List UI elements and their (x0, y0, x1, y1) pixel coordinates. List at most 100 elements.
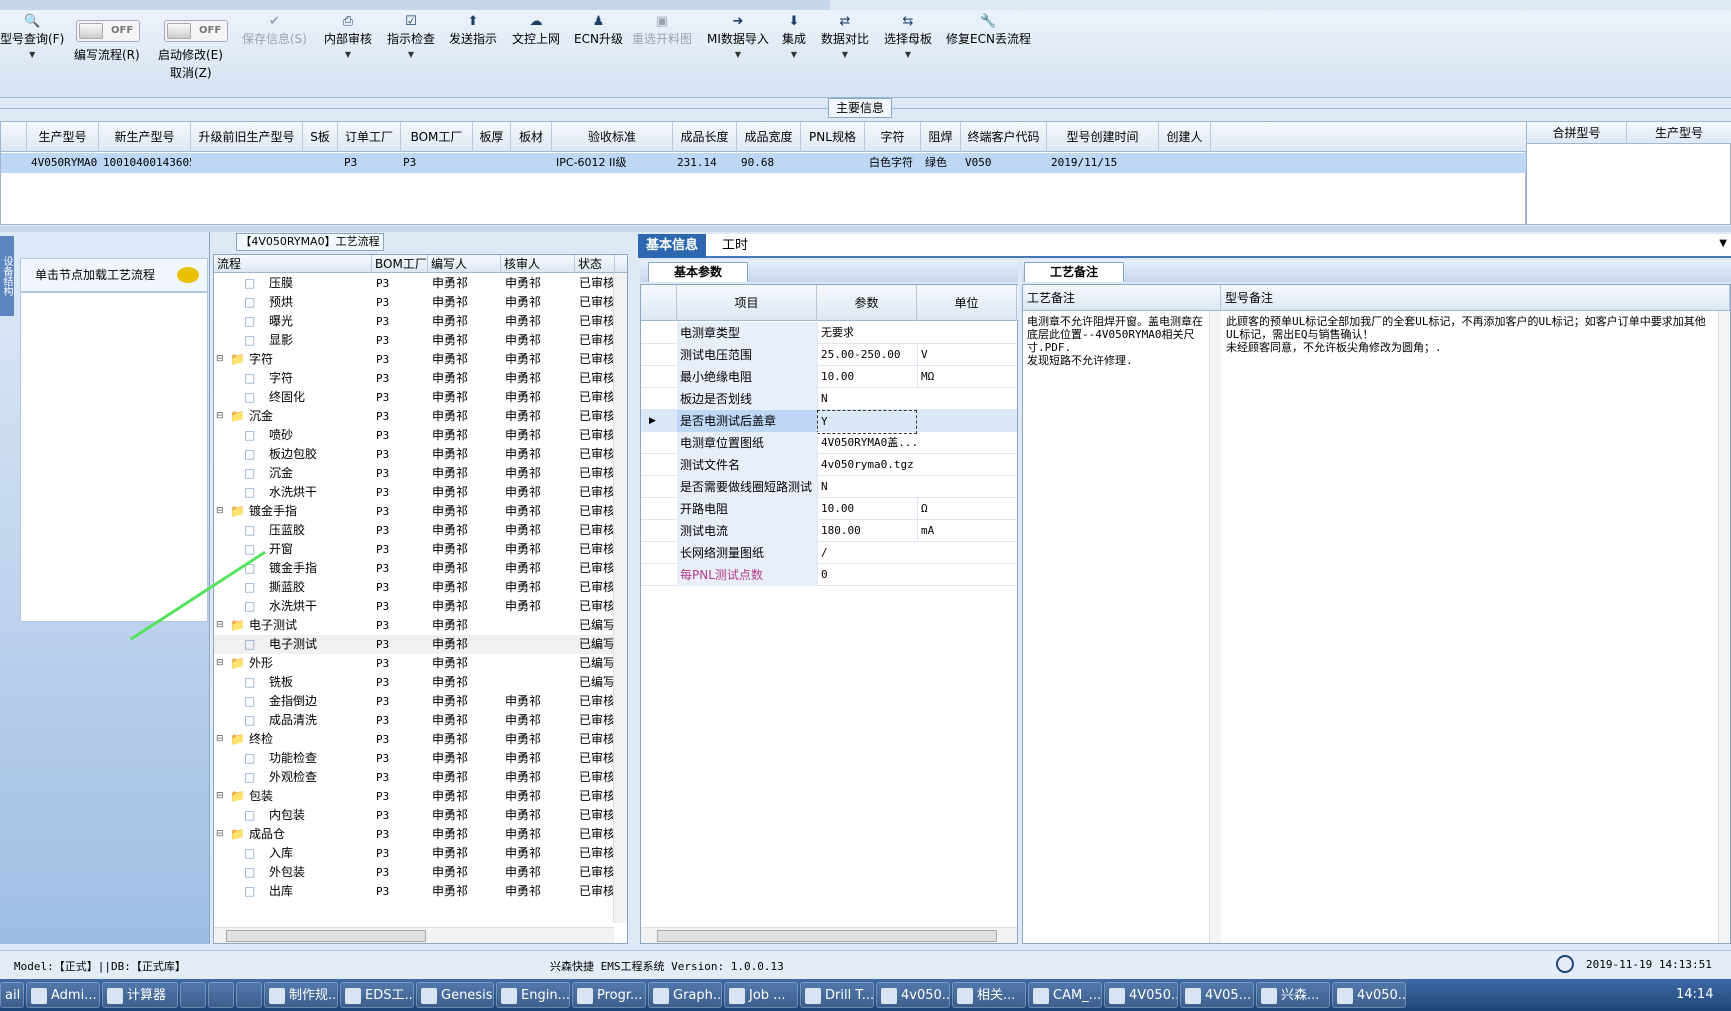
model-query-button[interactable]: 🔍 型号查询(F) ▼ (0, 14, 64, 62)
reselect-cutting-map-button[interactable]: ▣ 重选开料图 (632, 14, 692, 48)
taskbar-button[interactable]: CAM_... (1028, 982, 1102, 1008)
repair-ecn-flow-button[interactable]: 🔧 修复ECN丢流程 (946, 14, 1031, 48)
column-header[interactable]: 参数 (817, 285, 917, 321)
column-header[interactable]: 升级前旧生产型号 (191, 122, 303, 152)
column-header[interactable]: 终端客户代码 (961, 122, 1047, 152)
collapse-icon[interactable]: ⊟ (216, 730, 224, 749)
column-header[interactable]: 单位 (917, 285, 1017, 321)
vertical-scrollbar[interactable] (1209, 311, 1221, 943)
tree-row[interactable]: ⊟ 📁 外形 P3 申勇祁 已编写 (214, 654, 614, 673)
column-header[interactable]: 创建人 (1159, 122, 1211, 152)
param-row[interactable]: 每PNL测试点数 0 (641, 564, 1017, 586)
column-header[interactable]: 成品长度 (673, 122, 737, 152)
collapse-icon[interactable]: ⊟ (216, 502, 224, 521)
horizontal-splitter[interactable] (0, 226, 1731, 232)
tree-row[interactable]: □ 压蓝胶 P3 申勇祁 申勇祁 已审核 (214, 521, 614, 540)
tree-row[interactable]: □ 电子测试 P3 申勇祁 已编写 (214, 635, 614, 654)
param-row[interactable]: 电测章类型 无要求 (641, 322, 1017, 344)
tree-row[interactable]: ⊟ 📁 终检 P3 申勇祁 申勇祁 已审核 (214, 730, 614, 749)
tree-row[interactable]: □ 板边包胶 P3 申勇祁 申勇祁 已审核 (214, 445, 614, 464)
param-value-cell[interactable]: N (817, 476, 917, 498)
send-instruction-button[interactable]: ⬆ 发送指示 (449, 14, 497, 48)
param-value-cell[interactable]: N (817, 388, 917, 410)
taskbar-button[interactable]: Engin... (496, 982, 570, 1008)
param-value-cell[interactable]: / (817, 542, 917, 564)
taskbar-button[interactable]: Genesis (416, 982, 494, 1008)
column-header[interactable]: BOM工厂 (372, 255, 428, 273)
taskbar-button[interactable] (208, 982, 234, 1008)
tree-row[interactable]: □ 喷砂 P3 申勇祁 申勇祁 已审核 (214, 426, 614, 445)
column-header[interactable]: 核审人 (501, 255, 575, 273)
column-header[interactable]: 板厚 (473, 122, 511, 152)
column-header[interactable]: 型号创建时间 (1047, 122, 1159, 152)
column-header[interactable]: BOM工厂 (401, 122, 473, 152)
tree-row[interactable]: ⊟ 📁 电子测试 P3 申勇祁 已编写 (214, 616, 614, 635)
param-row[interactable]: 测试电流 180.00 mA (641, 520, 1017, 542)
ecn-upgrade-button[interactable]: ♟ ECN升级 (574, 14, 623, 48)
taskbar-button[interactable]: 4v050... (876, 982, 950, 1008)
tree-row[interactable]: □ 沉金 P3 申勇祁 申勇祁 已审核 (214, 464, 614, 483)
column-header[interactable]: 编写人 (428, 255, 501, 273)
tree-row[interactable]: □ 水洗烘干 P3 申勇祁 申勇祁 已审核 (214, 483, 614, 502)
column-header[interactable]: S板 (303, 122, 338, 152)
taskbar-button[interactable]: 制作规... (264, 982, 338, 1008)
param-row[interactable]: 电测章位置图纸 4V050RYMA0盖... (641, 432, 1017, 454)
collapse-icon[interactable]: ⊟ (216, 654, 224, 673)
taskbar-button[interactable]: 计算器 (102, 982, 178, 1008)
tree-row[interactable]: □ 水洗烘干 P3 申勇祁 申勇祁 已审核 (214, 597, 614, 616)
tree-row[interactable]: □ 撕蓝胶 P3 申勇祁 申勇祁 已审核 (214, 578, 614, 597)
column-header[interactable]: 阻焊 (921, 122, 961, 152)
tree-row[interactable]: ⊟ 📁 成品仓 P3 申勇祁 申勇祁 已审核 (214, 825, 614, 844)
tree-row[interactable]: □ 成品清洗 P3 申勇祁 申勇祁 已审核 (214, 711, 614, 730)
taskbar-button[interactable]: 4V050... (1104, 982, 1178, 1008)
tree-row[interactable]: □ 显影 P3 申勇祁 申勇祁 已审核 (214, 331, 614, 350)
param-row[interactable]: 测试电压范围 25.00-250.00 V (641, 344, 1017, 366)
collapse-icon[interactable]: ⊟ (216, 407, 224, 426)
param-row[interactable]: 是否需要做线圈短路测试 N (641, 476, 1017, 498)
model-note-text[interactable]: 此顾客的预单UL标记全部加我厂的全套UL标记，不再添加客户的UL标记；如客户订单… (1223, 315, 1713, 354)
column-header[interactable]: 新生产型号 (99, 122, 191, 152)
table-row[interactable]: 4V050RYMA0 10010400143605 P3 P3 IPC-6012… (1, 153, 1527, 173)
tab-basic-info[interactable]: 基本信息 (638, 234, 707, 258)
taskbar-button[interactable]: Progr... (572, 982, 646, 1008)
param-value-cell[interactable]: 25.00-250.00 (817, 344, 917, 366)
horizontal-scrollbar[interactable] (214, 927, 614, 943)
mi-data-import-button[interactable]: ➜ MI数据导入 ▼ (707, 14, 769, 62)
tree-row[interactable]: □ 金指倒边 P3 申勇祁 申勇祁 已审核 (214, 692, 614, 711)
vertical-scrollbar[interactable] (1718, 311, 1730, 943)
tree-row[interactable]: ⊟ 📁 镀金手指 P3 申勇祁 申勇祁 已审核 (214, 502, 614, 521)
column-header[interactable]: 生产型号 (27, 122, 99, 152)
column-header[interactable]: 验收标准 (552, 122, 673, 152)
chevron-down-icon[interactable]: ▼ (1719, 238, 1727, 249)
internal-review-button[interactable]: ⎙ 内部审核 ▼ (324, 14, 372, 62)
tree-row[interactable]: □ 铣板 P3 申勇祁 已编写 (214, 673, 614, 692)
tree-row[interactable]: □ 功能检查 P3 申勇祁 申勇祁 已审核 (214, 749, 614, 768)
instruction-check-button[interactable]: ☑ 指示检查 ▼ (387, 14, 435, 62)
tree-row[interactable]: □ 字符 P3 申勇祁 申勇祁 已审核 (214, 369, 614, 388)
param-row[interactable]: 开路电阻 10.00 Ω (641, 498, 1017, 520)
param-value-cell[interactable]: 无要求 (817, 322, 917, 344)
param-row[interactable]: ▶ 是否电测试后盖章 Y (641, 410, 1017, 434)
param-row[interactable]: 最小绝缘电阻 10.00 MΩ (641, 366, 1017, 388)
tree-row[interactable]: ⊟ 📁 沉金 P3 申勇祁 申勇祁 已审核 (214, 407, 614, 426)
tree-row[interactable]: □ 内包装 P3 申勇祁 申勇祁 已审核 (214, 806, 614, 825)
param-value-cell[interactable]: Y (817, 410, 917, 434)
tree-row[interactable]: ⊟ 📁 包装 P3 申勇祁 申勇祁 已审核 (214, 787, 614, 806)
side-tab[interactable]: 设备结构 (0, 236, 14, 316)
taskbar-button[interactable]: Graph... (648, 982, 722, 1008)
collapse-icon[interactable]: ⊟ (216, 350, 224, 369)
cancel-button[interactable]: 取消(Z) (170, 64, 212, 81)
taskbar-button[interactable]: 4V05... (1180, 982, 1254, 1008)
tree-row[interactable]: □ 镀金手指 P3 申勇祁 申勇祁 已审核 (214, 559, 614, 578)
taskbar-button[interactable]: Drill T... (800, 982, 874, 1008)
column-header[interactable]: 合拼型号 (1527, 122, 1627, 144)
taskbar-button[interactable] (180, 982, 206, 1008)
column-header[interactable]: PNL规格 (801, 122, 865, 152)
column-header[interactable]: 状态 (575, 255, 615, 273)
param-value-cell[interactable]: 10.00 (817, 366, 917, 388)
param-value-cell[interactable]: 4V050RYMA0盖... (817, 432, 917, 454)
tree-row[interactable]: □ 预烘 P3 申勇祁 申勇祁 已审核 (214, 293, 614, 312)
taskbar-button[interactable]: Job ... (724, 982, 798, 1008)
tree-row[interactable]: □ 曝光 P3 申勇祁 申勇祁 已审核 (214, 312, 614, 331)
taskbar-button[interactable]: Admi... (26, 982, 100, 1008)
